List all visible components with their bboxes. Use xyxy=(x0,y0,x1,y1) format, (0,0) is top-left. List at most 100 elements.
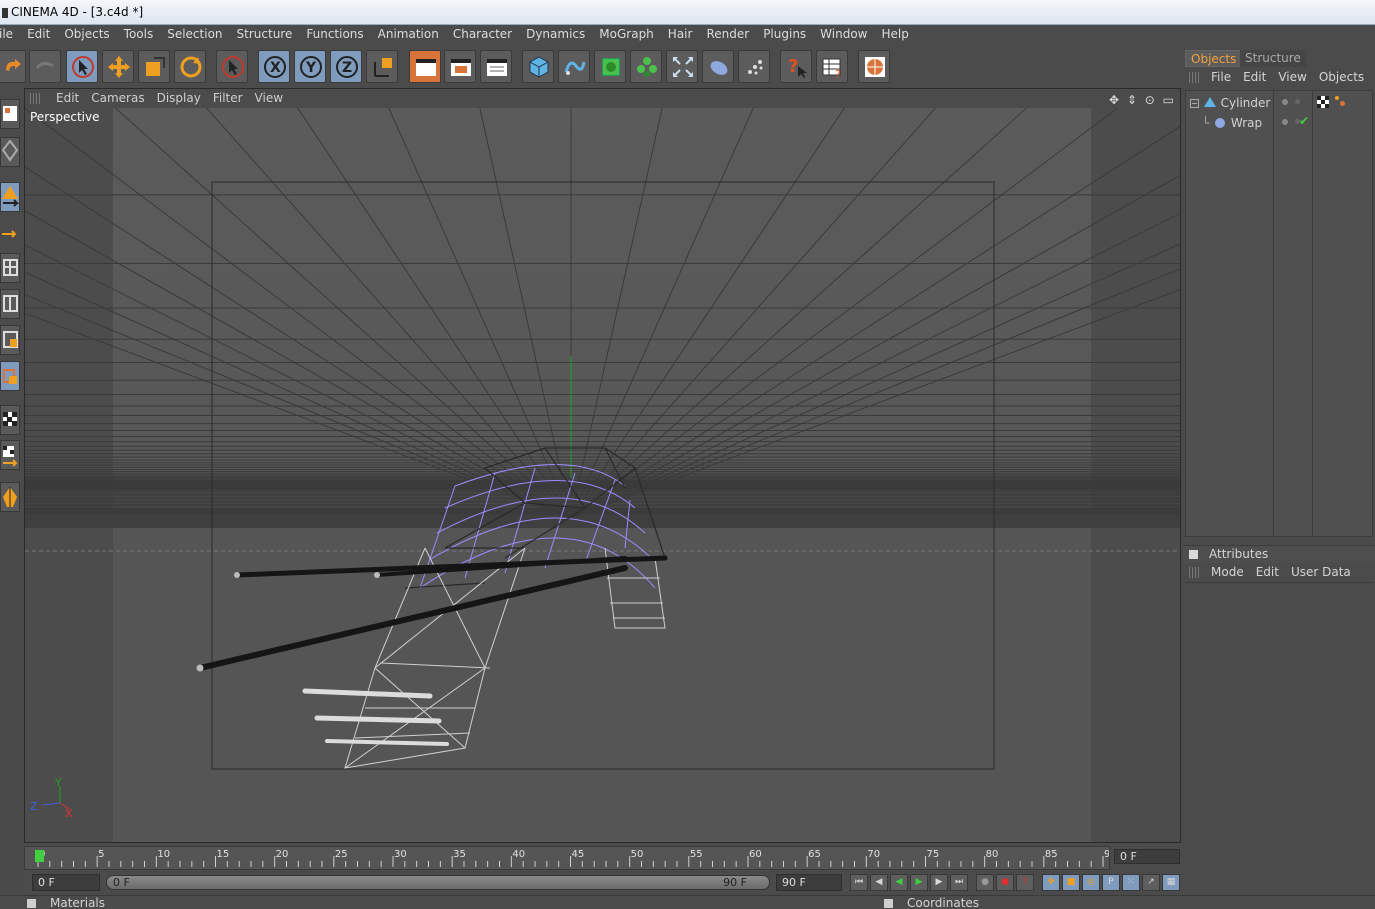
object-row-wrap[interactable]: └ Wrap xyxy=(1202,114,1262,132)
menu-help[interactable]: Help xyxy=(875,25,916,43)
add-cube-button[interactable] xyxy=(522,50,554,83)
menu-objects[interactable]: Objects xyxy=(57,25,116,43)
use-object-tool[interactable] xyxy=(0,137,20,167)
menu-edit[interactable]: Edit xyxy=(20,25,57,43)
record-active-button[interactable]: ● xyxy=(996,874,1014,891)
object-menu-file[interactable]: File xyxy=(1205,68,1237,86)
previous-key-button[interactable]: ◀ xyxy=(870,874,888,891)
command-manager-button[interactable]: ? xyxy=(816,50,848,83)
viewport-menu-cameras[interactable]: Cameras xyxy=(85,89,150,107)
menu-file[interactable]: ile xyxy=(0,25,20,43)
play-forward-button[interactable]: ▶ xyxy=(910,874,928,891)
visibility-dot-icon[interactable] xyxy=(1282,99,1288,105)
visibility-dot-icon[interactable] xyxy=(1282,119,1288,125)
add-scene-button[interactable] xyxy=(738,50,770,83)
undo-button[interactable] xyxy=(0,50,26,83)
menu-animation[interactable]: Animation xyxy=(371,25,446,43)
end-frame-field[interactable]: 90 F xyxy=(776,874,842,891)
redo-button[interactable] xyxy=(29,50,61,83)
use-texture-axis-tool[interactable] xyxy=(0,325,20,355)
materials-panel-header[interactable]: Materials xyxy=(27,896,105,909)
y-axis-button[interactable]: Y xyxy=(294,50,326,83)
key-parameter-button[interactable]: P xyxy=(1102,874,1120,891)
live-selection-button[interactable] xyxy=(66,50,98,83)
panel-menu-icon[interactable] xyxy=(1189,550,1198,559)
viewport-menu-filter[interactable]: Filter xyxy=(207,89,249,107)
attributes-menu-user-data[interactable]: User Data xyxy=(1285,563,1357,581)
use-texture-tool[interactable] xyxy=(0,289,20,319)
goto-end-button[interactable]: ⏭ xyxy=(950,874,968,891)
next-key-button[interactable]: ▶ xyxy=(930,874,948,891)
key-position-button[interactable]: ✥ xyxy=(1042,874,1060,891)
render-picture-viewer-button[interactable] xyxy=(444,50,476,83)
use-points-tool[interactable] xyxy=(0,182,20,212)
object-menu-edit[interactable]: Edit xyxy=(1237,68,1272,86)
add-nurbs-button[interactable] xyxy=(594,50,626,83)
goto-start-button[interactable]: ⏮ xyxy=(850,874,868,891)
key-point-level-button[interactable]: ⁙ xyxy=(1122,874,1140,891)
menu-tools[interactable]: Tools xyxy=(117,25,161,43)
current-frame-field[interactable]: 0 F xyxy=(1114,849,1180,864)
scale-tool-button[interactable] xyxy=(138,50,170,83)
material-tag-icon[interactable] xyxy=(1317,96,1329,108)
viewport-menu-edit[interactable]: Edit xyxy=(50,89,85,107)
object-row-cylinder[interactable]: − Cylinder xyxy=(1190,94,1270,112)
panel-grip-icon[interactable] xyxy=(1189,72,1201,83)
attributes-menu-mode[interactable]: Mode xyxy=(1205,563,1250,581)
z-axis-button[interactable]: Z xyxy=(330,50,362,83)
viewport-menu-view[interactable]: View xyxy=(249,89,289,107)
use-edges-tool[interactable] xyxy=(0,227,20,241)
panel-menu-icon[interactable] xyxy=(884,899,893,908)
phong-tag-icon[interactable] xyxy=(1334,95,1346,107)
panel-grip-icon[interactable] xyxy=(30,93,42,104)
viewport-navigation-icons[interactable]: ✥ ⇕ ⊙ ▭ xyxy=(1109,91,1176,109)
rotate-tool-button[interactable] xyxy=(174,50,206,83)
use-paint-tool[interactable] xyxy=(0,482,20,512)
viewport-canvas[interactable]: Y Z X xyxy=(25,108,1180,842)
menu-structure[interactable]: Structure xyxy=(230,25,300,43)
web-button[interactable] xyxy=(858,50,890,83)
add-array-button[interactable] xyxy=(630,50,662,83)
autokey-button[interactable]: ? xyxy=(1016,874,1034,891)
enabled-check-icon[interactable]: ✔ xyxy=(1299,114,1309,128)
add-deformer-button[interactable] xyxy=(666,50,698,83)
help-button[interactable]: ? xyxy=(780,50,812,83)
menu-character[interactable]: Character xyxy=(446,25,519,43)
menu-window[interactable]: Window xyxy=(813,25,874,43)
tab-objects[interactable]: Objects xyxy=(1185,50,1243,67)
last-tool-button[interactable] xyxy=(216,50,248,83)
x-axis-button[interactable]: X xyxy=(258,50,290,83)
start-frame-field[interactable]: 0 F xyxy=(32,874,100,891)
use-model-tool[interactable] xyxy=(0,99,20,129)
menu-hair[interactable]: Hair xyxy=(661,25,700,43)
panel-grip-icon[interactable] xyxy=(1189,567,1201,578)
attributes-menu-edit[interactable]: Edit xyxy=(1250,563,1285,581)
menu-functions[interactable]: Functions xyxy=(299,25,370,43)
use-polygons-tool[interactable] xyxy=(0,253,20,283)
use-tweak-tool[interactable] xyxy=(0,405,20,435)
add-spline-button[interactable] xyxy=(558,50,590,83)
menu-selection[interactable]: Selection xyxy=(160,25,229,43)
menu-dynamics[interactable]: Dynamics xyxy=(519,25,592,43)
playhead[interactable] xyxy=(35,850,44,862)
interpolation-button[interactable]: ↗ xyxy=(1142,874,1160,891)
coordinate-system-button[interactable] xyxy=(366,50,398,83)
add-environment-button[interactable] xyxy=(702,50,734,83)
use-axis-tool[interactable] xyxy=(0,440,20,470)
timeline-ruler[interactable]: 051015202530354045505560657075808590 xyxy=(24,846,1117,870)
viewport-menu-display[interactable]: Display xyxy=(151,89,207,107)
tab-structure[interactable]: Structure xyxy=(1240,50,1306,67)
coordinates-panel-header[interactable]: Coordinates xyxy=(884,896,979,909)
render-dot-icon[interactable] xyxy=(1295,99,1300,104)
record-position-button[interactable]: ● xyxy=(976,874,994,891)
render-settings-button[interactable] xyxy=(480,50,512,83)
menu-mograph[interactable]: MoGraph xyxy=(592,25,661,43)
move-tool-button[interactable] xyxy=(102,50,134,83)
use-workplane-tool[interactable] xyxy=(0,361,20,391)
preview-range-slider[interactable]: 0 F 90 F xyxy=(106,875,770,890)
collapse-toggle-icon[interactable]: − xyxy=(1190,99,1199,108)
object-menu-objects[interactable]: Objects xyxy=(1313,68,1370,86)
layout-button[interactable]: ▦ xyxy=(1162,874,1180,891)
key-rotation-button[interactable]: ◎ xyxy=(1082,874,1100,891)
panel-menu-icon[interactable] xyxy=(27,899,36,908)
